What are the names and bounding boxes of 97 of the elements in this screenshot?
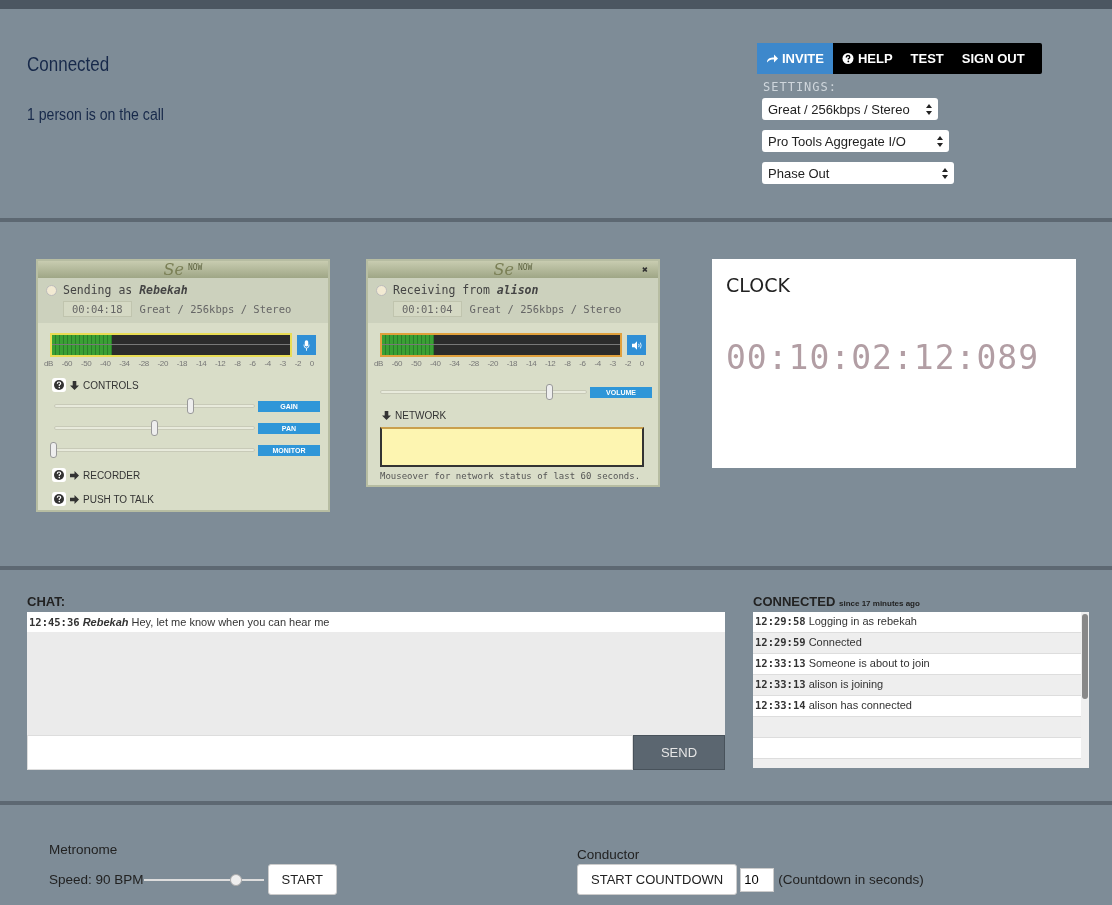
scale-label: -18 (506, 359, 518, 368)
scale-label: -60 (61, 359, 73, 368)
chat-message: 12:45:36 Rebekah Hey, let me know when you can hear me (27, 612, 725, 632)
clock-title: CLOCK (726, 274, 791, 296)
scale-label: -60 (391, 359, 403, 368)
scale-label: -50 (410, 359, 422, 368)
slider[interactable] (54, 398, 255, 414)
stepper-icon (942, 167, 948, 179)
scale-label: -2 (294, 359, 301, 368)
speaker-button[interactable] (627, 335, 646, 355)
start-button[interactable]: START (267, 864, 337, 895)
speed-label: Speed: 90 BPM (49, 872, 144, 887)
receiver-label: Receiving from alison (393, 283, 539, 297)
quality-text: Great / 256kbps / Stereo (139, 303, 292, 315)
logo: Se (493, 260, 514, 279)
scale-label: -28 (138, 359, 149, 368)
clock-time: 00:10:02:12:089 (726, 338, 1040, 377)
scale-label: -8 (564, 359, 571, 368)
countdown-hint: (Countdown in seconds) (778, 872, 924, 887)
connection-status: Connected (27, 53, 111, 76)
speaker-icon (631, 340, 642, 350)
section-toggle[interactable]: PUSH TO TALK (83, 493, 154, 505)
scale-label: -40 (100, 359, 111, 368)
network-toggle[interactable]: NETWORK (395, 410, 447, 421)
scale-label: -3 (609, 359, 616, 368)
scale-label: -6 (579, 359, 586, 368)
settings-label: SETTINGS: (763, 80, 839, 94)
sender-label: Sending as Rebekah (63, 283, 188, 297)
scale-label: 0 (639, 359, 644, 368)
slider[interactable] (54, 420, 255, 436)
status-light (376, 284, 387, 296)
stepper-icon (937, 135, 943, 147)
share-icon (766, 53, 778, 64)
controls-toggle[interactable]: CONTROLS (83, 379, 139, 391)
participant-count: 1 person is on the call (27, 106, 164, 124)
speed-slider[interactable] (143, 873, 264, 886)
slider[interactable] (380, 384, 587, 400)
settings-dropdown[interactable]: Phase Out (762, 162, 954, 184)
scale-label: -28 (468, 359, 479, 368)
settings-dropdown[interactable]: Great / 256kbps / Stereo (762, 98, 938, 120)
scale-label: -18 (176, 359, 188, 368)
elapsed-time: 00:01:04 (393, 301, 462, 317)
scale-label: -14 (195, 359, 207, 368)
log-entry: 12:33:14 alison has connected (753, 696, 1081, 717)
start-countdown-button[interactable]: START COUNTDOWN (577, 864, 738, 895)
microphone-button[interactable] (297, 335, 316, 355)
scale-label: -8 (234, 359, 241, 368)
chat-label: CHAT: (27, 594, 67, 609)
logo-tag: NOW (518, 263, 533, 272)
conductor-title: Conductor (577, 847, 641, 862)
countdown-field[interactable]: 10 (740, 867, 775, 892)
scale-label: -34 (119, 359, 130, 368)
elapsed-time: 00:04:18 (63, 301, 132, 317)
scale-label: -12 (215, 359, 226, 368)
network-graph[interactable] (380, 427, 644, 467)
chat-input[interactable] (27, 735, 633, 770)
metronome-title: Metronome (49, 842, 119, 857)
logo: Se (163, 260, 184, 279)
scale-label: dB (374, 359, 383, 368)
microphone-icon (303, 339, 310, 351)
scale-label: dB (44, 359, 53, 368)
scale-label: -3 (279, 359, 286, 368)
close-button[interactable]: ✖ (641, 264, 648, 275)
scale-label: -14 (525, 359, 537, 368)
slider-thumb[interactable] (50, 442, 57, 458)
scrollbar[interactable] (1082, 614, 1088, 699)
logo-tag: NOW (188, 263, 203, 272)
help-icon[interactable] (52, 468, 66, 482)
quality-text: Great / 256kbps / Stereo (469, 303, 622, 315)
log-entry: 12:29:58 Logging in as rebekah (753, 612, 1081, 633)
settings-dropdown[interactable]: Pro Tools Aggregate I/O (762, 130, 949, 152)
scale-label: -12 (545, 359, 556, 368)
send-button[interactable]: SEND (633, 735, 725, 770)
scale-label: -20 (157, 359, 168, 368)
slider-thumb[interactable] (186, 398, 194, 414)
log-entry: 12:33:13 Someone is about to join (753, 654, 1081, 675)
slider-thumb[interactable] (150, 420, 158, 436)
help-icon[interactable] (52, 378, 66, 392)
scale-label: -50 (80, 359, 92, 368)
connected-title: CONNECTED (753, 594, 836, 609)
section-toggle[interactable]: RECORDER (83, 469, 141, 481)
scale-label: -4 (264, 359, 271, 368)
connected-since: since 17 minutes ago (838, 599, 920, 608)
scale-label: -40 (430, 359, 441, 368)
scale-label: -34 (449, 359, 460, 368)
scale-label: -4 (594, 359, 601, 368)
slider-thumb[interactable] (545, 384, 553, 400)
scale-label: 0 (309, 359, 314, 368)
help-icon[interactable] (52, 492, 66, 506)
status-light (46, 284, 57, 296)
scale-label: -6 (249, 359, 256, 368)
network-note: Mouseover for network status of last 60 seconds. (379, 470, 642, 481)
scale-label: -2 (624, 359, 631, 368)
help-icon (841, 53, 854, 64)
invite-button[interactable]: INVITE (757, 43, 833, 74)
stepper-icon (926, 103, 932, 115)
scale-label: -20 (487, 359, 498, 368)
